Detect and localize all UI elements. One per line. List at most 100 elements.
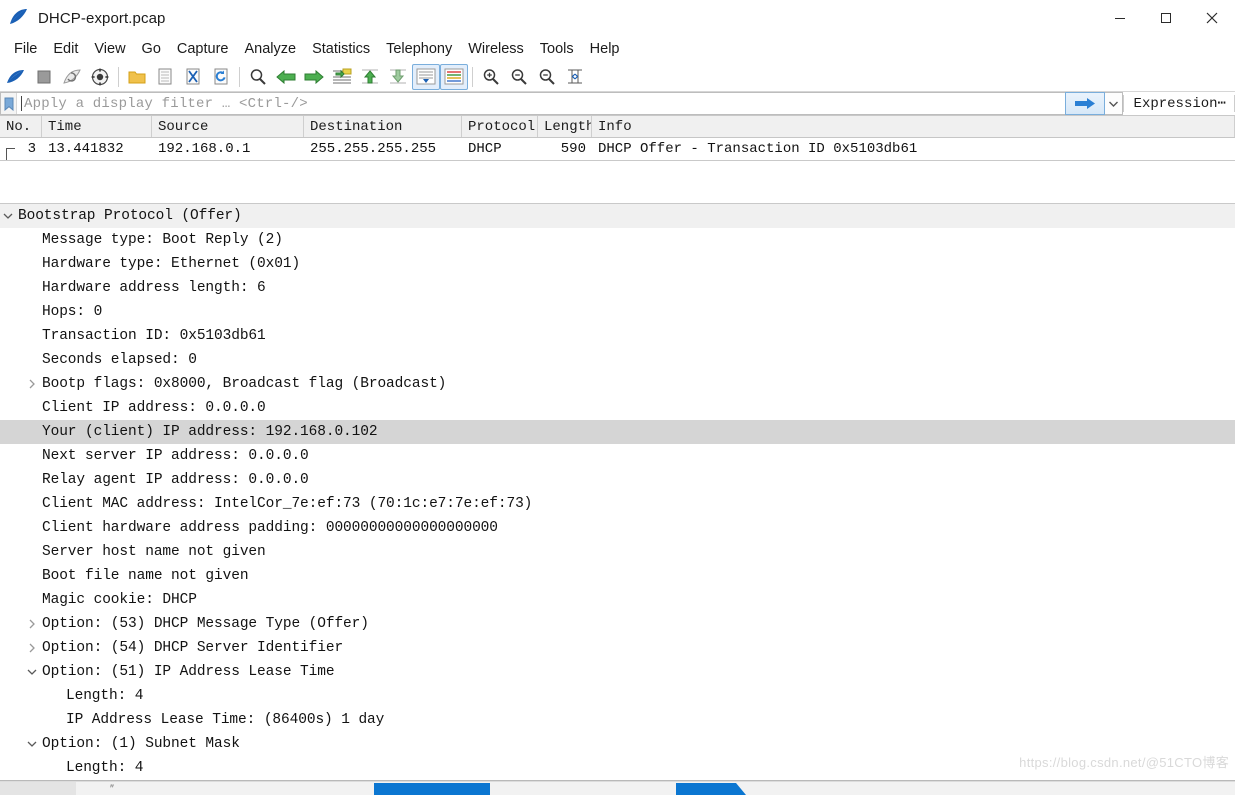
- packet-list-header: No. Time Source Destination Protocol Len…: [0, 116, 1235, 138]
- go-first-packet-icon[interactable]: [356, 64, 384, 90]
- close-file-icon[interactable]: [179, 64, 207, 90]
- zoom-out-icon[interactable]: [505, 64, 533, 90]
- chevron-down-icon[interactable]: [0, 204, 16, 228]
- detail-tree-row[interactable]: Client hardware address padding: 0000000…: [0, 516, 1235, 540]
- detail-tree-row[interactable]: Client IP address: 0.0.0.0: [0, 396, 1235, 420]
- resize-columns-icon[interactable]: [561, 64, 589, 90]
- detail-tree-row[interactable]: Option: (51) IP Address Lease Time: [0, 660, 1235, 684]
- restart-capture-icon[interactable]: [58, 64, 86, 90]
- column-header-protocol[interactable]: Protocol: [462, 116, 538, 137]
- menu-wireless[interactable]: Wireless: [460, 39, 532, 59]
- detail-tree-row[interactable]: Client MAC address: IntelCor_7e:ef:73 (7…: [0, 492, 1235, 516]
- detail-tree-row[interactable]: Your (client) IP address: 192.168.0.102: [0, 420, 1235, 444]
- detail-tree-row[interactable]: Magic cookie: DHCP: [0, 588, 1235, 612]
- column-header-source[interactable]: Source: [152, 116, 304, 137]
- capture-options-icon[interactable]: [86, 64, 114, 90]
- save-file-icon[interactable]: [151, 64, 179, 90]
- detail-tree-row[interactable]: Relay agent IP address: 0.0.0.0: [0, 468, 1235, 492]
- go-forward-icon[interactable]: [300, 64, 328, 90]
- detail-tree-label: Option: (51) IP Address Lease Time: [42, 664, 335, 680]
- chevron-right-icon[interactable]: [24, 636, 40, 660]
- chevron-right-icon[interactable]: [24, 372, 40, 396]
- column-header-info[interactable]: Info: [592, 116, 1235, 137]
- close-button[interactable]: [1189, 0, 1235, 36]
- display-filter-placeholder: Apply a display filter … <Ctrl-/>: [24, 95, 308, 112]
- start-capture-icon[interactable]: [2, 64, 30, 90]
- tree-no-twisty: [24, 228, 40, 252]
- detail-tree-label: Transaction ID: 0x5103db61: [42, 328, 266, 344]
- colorize-packets-icon[interactable]: [440, 63, 468, 90]
- detail-tree-row[interactable]: Bootstrap Protocol (Offer): [0, 204, 1235, 228]
- menu-edit[interactable]: Edit: [45, 39, 86, 59]
- go-last-packet-icon[interactable]: [384, 64, 412, 90]
- detail-tree-row[interactable]: Length: 4: [0, 684, 1235, 708]
- table-row[interactable]: 3 13.441832 192.168.0.1 255.255.255.255 …: [0, 138, 1235, 160]
- detail-tree-row[interactable]: Hardware type: Ethernet (0x01): [0, 252, 1235, 276]
- detail-tree-label: Client hardware address padding: 0000000…: [42, 520, 498, 536]
- open-file-icon[interactable]: [123, 64, 151, 90]
- column-header-no[interactable]: No.: [0, 116, 42, 137]
- tree-no-twisty: [48, 684, 64, 708]
- title-bar: DHCP-export.pcap: [0, 0, 1235, 36]
- related-packet-indicator: [0, 138, 18, 160]
- stop-capture-icon[interactable]: [30, 64, 58, 90]
- detail-tree-label: Option: (1) Subnet Mask: [42, 736, 240, 752]
- detail-tree-label: Length: 4: [66, 688, 144, 704]
- menu-capture[interactable]: Capture: [169, 39, 237, 59]
- minimize-button[interactable]: [1097, 0, 1143, 36]
- menu-analyze[interactable]: Analyze: [236, 39, 304, 59]
- detail-tree-row[interactable]: Option: (53) DHCP Message Type (Offer): [0, 612, 1235, 636]
- apply-filter-button[interactable]: [1064, 92, 1105, 115]
- detail-tree-row[interactable]: Hardware address length: 6: [0, 276, 1235, 300]
- taskbar-active-item-1[interactable]: [374, 783, 490, 795]
- taskbar-active-item-2[interactable]: [676, 783, 746, 795]
- menu-telephony[interactable]: Telephony: [378, 39, 460, 59]
- taskbar-glyph: ″: [110, 783, 114, 795]
- detail-tree-row[interactable]: Bootp flags: 0x8000, Broadcast flag (Bro…: [0, 372, 1235, 396]
- chevron-down-icon[interactable]: [24, 732, 40, 756]
- detail-tree-row[interactable]: Server host name not given: [0, 540, 1235, 564]
- menu-go[interactable]: Go: [134, 39, 169, 59]
- go-to-packet-icon[interactable]: [328, 64, 356, 90]
- detail-tree-row[interactable]: Transaction ID: 0x5103db61: [0, 324, 1235, 348]
- column-header-destination[interactable]: Destination: [304, 116, 462, 137]
- reload-file-icon[interactable]: [207, 64, 235, 90]
- go-back-icon[interactable]: [272, 64, 300, 90]
- menu-statistics[interactable]: Statistics: [304, 39, 378, 59]
- column-header-time[interactable]: Time: [42, 116, 152, 137]
- packet-details-pane[interactable]: Bootstrap Protocol (Offer) Message type: …: [0, 203, 1235, 780]
- menu-help[interactable]: Help: [582, 39, 628, 59]
- bookmark-icon[interactable]: [1, 93, 17, 114]
- detail-tree-row[interactable]: Message type: Boot Reply (2): [0, 228, 1235, 252]
- chevron-down-icon[interactable]: [24, 660, 40, 684]
- column-header-length[interactable]: Length: [538, 116, 592, 137]
- filter-history-dropdown[interactable]: [1104, 92, 1123, 115]
- detail-tree-row[interactable]: Next server IP address: 0.0.0.0: [0, 444, 1235, 468]
- detail-tree-row[interactable]: IP Address Lease Time: (86400s) 1 day: [0, 708, 1235, 732]
- filter-expression-button[interactable]: Expression⋯: [1124, 92, 1234, 115]
- zoom-reset-icon[interactable]: [533, 64, 561, 90]
- menu-tools[interactable]: Tools: [532, 39, 582, 59]
- auto-scroll-icon[interactable]: [412, 63, 440, 90]
- maximize-button[interactable]: [1143, 0, 1189, 36]
- wireshark-window: DHCP-export.pcap File Edit View Go Captu…: [0, 0, 1235, 795]
- zoom-in-icon[interactable]: [477, 64, 505, 90]
- find-packet-icon[interactable]: [244, 64, 272, 90]
- display-filter-input[interactable]: Apply a display filter … <Ctrl-/>: [0, 92, 1065, 115]
- detail-tree-row[interactable]: Option: (54) DHCP Server Identifier: [0, 636, 1235, 660]
- menu-file[interactable]: File: [6, 39, 45, 59]
- menu-view[interactable]: View: [86, 39, 133, 59]
- toolbar-separator: [472, 66, 473, 87]
- detail-tree-row[interactable]: Hops: 0: [0, 300, 1235, 324]
- detail-tree-label: Next server IP address: 0.0.0.0: [42, 448, 309, 464]
- detail-tree-row[interactable]: Boot file name not given: [0, 564, 1235, 588]
- taskbar-start-region[interactable]: [0, 782, 76, 795]
- detail-tree-row[interactable]: Seconds elapsed: 0: [0, 348, 1235, 372]
- chevron-right-icon[interactable]: [24, 612, 40, 636]
